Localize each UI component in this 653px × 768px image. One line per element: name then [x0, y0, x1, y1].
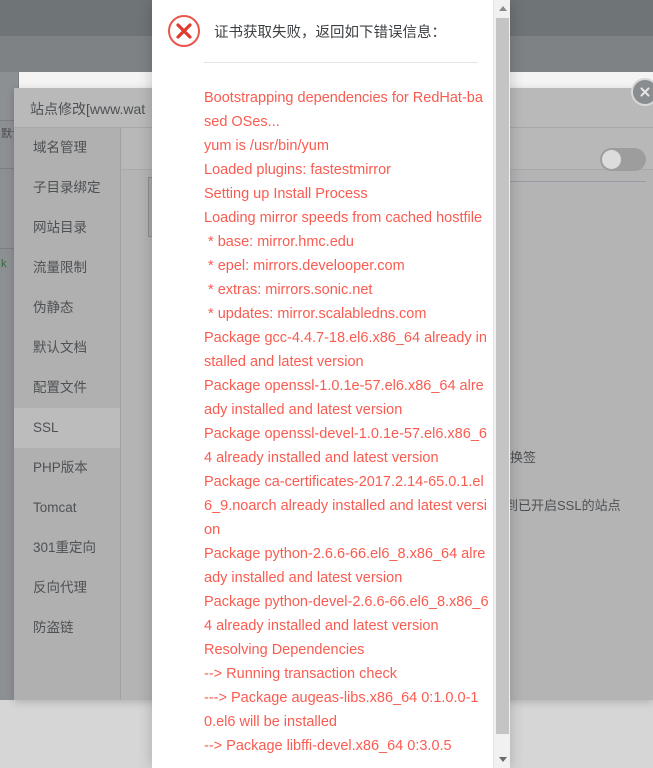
sidebar-item-301-redirect[interactable]: 301重定向: [14, 528, 120, 568]
sidebar-item-label: SSL: [33, 420, 59, 435]
sidebar-item-label: Tomcat: [33, 500, 77, 515]
sidebar-item-label: 流量限制: [33, 260, 87, 275]
sidebar-item-reverse-proxy[interactable]: 反向代理: [14, 568, 120, 608]
sidebar-item-label: 默认文档: [33, 340, 87, 355]
error-dialog-scrollbar[interactable]: [493, 0, 510, 768]
sidebar-item-label: 子目录绑定: [33, 180, 101, 195]
site-modify-sidebar: 域名管理 子目录绑定 网站目录 流量限制 伪静态 默认文档 配置文件 SSL P…: [14, 128, 121, 700]
sidebar-item-subdir[interactable]: 子目录绑定: [14, 168, 120, 208]
force-https-toggle[interactable]: [600, 148, 646, 171]
sidebar-item-ssl[interactable]: SSL: [14, 408, 120, 448]
sidebar-item-traffic-limit[interactable]: 流量限制: [14, 248, 120, 288]
sidebar-item-rewrite[interactable]: 伪静态: [14, 288, 120, 328]
sidebar-item-tomcat[interactable]: Tomcat: [14, 488, 120, 528]
sidebar-item-webdir[interactable]: 网站目录: [14, 208, 120, 248]
scroll-up-arrow-icon[interactable]: [494, 0, 510, 17]
sidebar-item-label: 301重定向: [33, 540, 97, 555]
error-dialog-title: 证书获取失败，返回如下错误信息：: [214, 25, 446, 41]
sidebar-item-php-version[interactable]: PHP版本: [14, 448, 120, 488]
error-log-text: Bootstrapping dependencies for RedHat-ba…: [204, 90, 489, 754]
sidebar-item-label: 配置文件: [33, 380, 87, 395]
scroll-down-arrow-icon[interactable]: [494, 751, 510, 768]
sidebar-item-domain[interactable]: 域名管理: [14, 128, 120, 168]
sidebar-item-default-doc[interactable]: 默认文档: [14, 328, 120, 368]
ssl-notice-fragment-b: 到已开启SSL的站点: [505, 498, 621, 513]
sidebar-item-label: 防盗链: [33, 620, 74, 635]
sidebar-item-config-file[interactable]: 配置文件: [14, 368, 120, 408]
sidebar-item-label: 网站目录: [33, 220, 87, 235]
error-dialog-divider: [204, 62, 478, 63]
sidebar-item-label: 伪静态: [33, 300, 74, 315]
ssl-notice-fragment-a: 换签: [510, 450, 537, 465]
sidebar-item-label: 域名管理: [33, 140, 87, 155]
error-dialog-header: 证书获取失败，返回如下错误信息：: [152, 0, 510, 62]
error-circle-x-icon: [168, 15, 200, 47]
toggle-knob: [602, 150, 621, 169]
site-modify-title-text: 站点修改[www.wat: [30, 101, 146, 117]
certificate-error-dialog: 证书获取失败，返回如下错误信息： Bootstrapping dependenc…: [152, 0, 510, 768]
sidebar-item-label: PHP版本: [33, 460, 88, 475]
sidebar-item-label: 反向代理: [33, 580, 87, 595]
scrollbar-thumb[interactable]: [496, 18, 509, 734]
screen: 默认 k 宝塔Linux面板 《使用手册》 站点修改[www.wat 域名管理 …: [0, 0, 653, 768]
close-icon[interactable]: [631, 78, 653, 106]
sidebar-item-anti-leech[interactable]: 防盗链: [14, 608, 120, 648]
